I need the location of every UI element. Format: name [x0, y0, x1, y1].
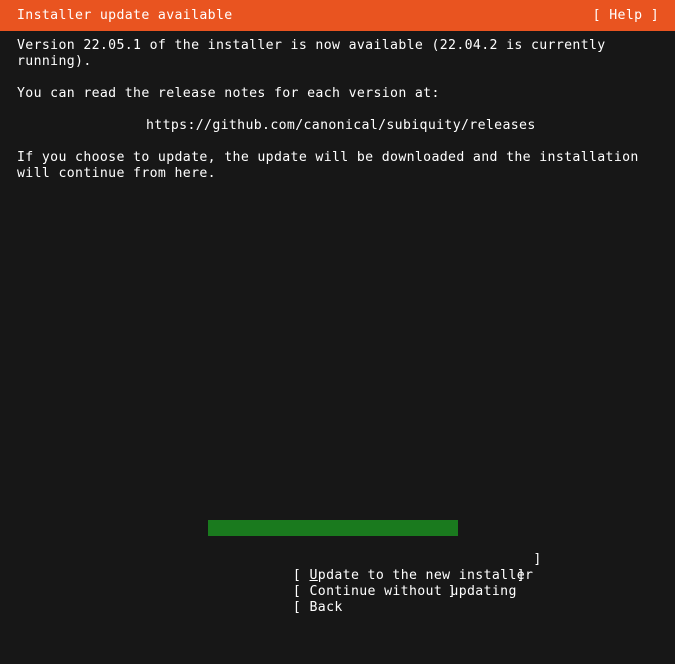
update-behavior-paragraph: If you choose to update, the update will…	[17, 150, 639, 181]
update-to-new-installer-button[interactable]: [ Update to the new installer ]	[208, 520, 541, 583]
release-notes-url: https://github.com/canonical/subiquity/r…	[146, 118, 536, 133]
bracket-close-icon: ]	[533, 552, 542, 567]
button-label: Back	[309, 600, 343, 615]
bracket-open-icon: [	[292, 600, 302, 615]
content-area: Version 22.05.1 of the installer is now …	[17, 38, 658, 182]
bracket-close-icon: ]	[447, 584, 456, 599]
button-list: [ Update to the new installer ] [ Contin…	[208, 520, 541, 615]
page-title: Installer update available	[17, 8, 233, 23]
version-availability-paragraph: Version 22.05.1 of the installer is now …	[17, 38, 606, 69]
header-bar: Installer update available [ Help ]	[0, 0, 675, 31]
installer-screen: Installer update available [ Help ] Vers…	[0, 0, 675, 615]
bracket-close-icon: ]	[516, 568, 526, 583]
help-button[interactable]: [ Help ]	[593, 0, 659, 31]
release-notes-paragraph: You can read the release notes for each …	[17, 86, 440, 101]
